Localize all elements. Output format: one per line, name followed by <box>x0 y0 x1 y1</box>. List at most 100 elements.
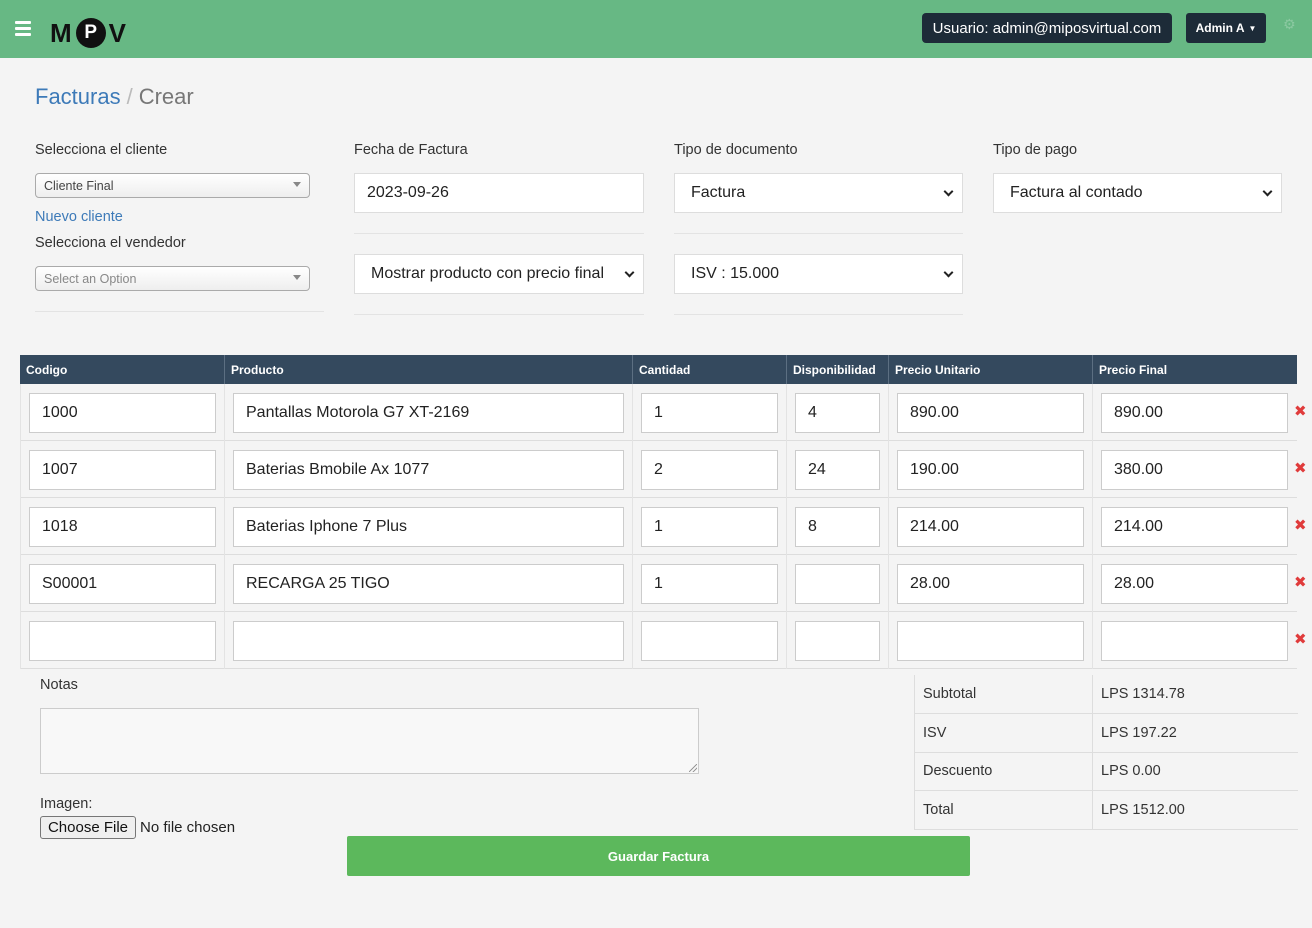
producto-input[interactable]: Baterias Iphone 7 Plus <box>233 507 624 547</box>
breadcrumb-separator: / <box>126 84 133 109</box>
table-row: 1000 Pantallas Motorola G7 XT-2169 1 4 8… <box>20 384 1307 441</box>
vendedor-label: Selecciona el vendedor <box>35 235 186 251</box>
divider <box>354 233 644 234</box>
totals-row-descuento: Descuento LPS 0.00 <box>914 752 1298 791</box>
totals-row-subtotal: Subtotal LPS 1314.78 <box>914 675 1298 714</box>
totals-row-total: Total LPS 1512.00 <box>914 791 1298 830</box>
admin-menu-button[interactable]: Admin A ▼ <box>1186 13 1266 43</box>
codigo-input[interactable]: 1000 <box>29 393 216 433</box>
gear-icon[interactable]: ⚙ <box>1283 17 1297 31</box>
resize-handle-icon[interactable] <box>689 764 697 772</box>
choose-file-button[interactable]: Choose File <box>40 816 136 839</box>
items-table-header: Codigo Producto Cantidad Disponibilidad … <box>20 355 1297 384</box>
chevron-down-icon <box>624 267 635 278</box>
tipo-documento-label: Tipo de documento <box>674 142 798 158</box>
disponibilidad-input[interactable]: 24 <box>795 450 880 490</box>
tipo-documento-value: Factura <box>691 184 746 201</box>
chevron-down-icon <box>943 186 954 197</box>
codigo-input[interactable]: 1007 <box>29 450 216 490</box>
logo-letter-v: V <box>108 17 128 48</box>
table-row: ✖ <box>20 612 1307 669</box>
vendedor-select[interactable]: Select an Option <box>35 266 310 291</box>
precio-unitario-input[interactable]: 890.00 <box>897 393 1084 433</box>
top-navbar: M P V Usuario: admin@miposvirtual.com Ad… <box>0 0 1312 58</box>
cantidad-input[interactable]: 1 <box>641 393 778 433</box>
breadcrumb-current: Crear <box>138 84 194 109</box>
precio-unitario-input[interactable]: 28.00 <box>897 564 1084 604</box>
cantidad-input[interactable]: 1 <box>641 564 778 604</box>
imagen-label: Imagen: <box>40 796 93 812</box>
tipo-documento-select[interactable]: Factura <box>674 173 963 213</box>
notas-textarea[interactable] <box>40 708 699 774</box>
table-row: S00001 RECARGA 25 TIGO 1 28.00 28.00 ✖ <box>20 555 1307 612</box>
codigo-input[interactable]: S00001 <box>29 564 216 604</box>
producto-input[interactable]: Baterias Bmobile Ax 1077 <box>233 450 624 490</box>
producto-input[interactable]: Pantallas Motorola G7 XT-2169 <box>233 393 624 433</box>
producto-input[interactable]: RECARGA 25 TIGO <box>233 564 624 604</box>
delete-row-icon[interactable]: ✖ <box>1294 404 1307 419</box>
fecha-input[interactable]: 2023-09-26 <box>354 173 644 213</box>
user-badge: Usuario: admin@miposvirtual.com <box>922 13 1172 43</box>
mostrar-precio-select[interactable]: Mostrar producto con precio final <box>354 254 644 294</box>
precio-final-input[interactable]: 380.00 <box>1101 450 1288 490</box>
disponibilidad-input[interactable] <box>795 621 880 661</box>
isv-total-value: LPS 197.22 <box>1101 725 1177 741</box>
guardar-factura-button[interactable]: Guardar Factura <box>347 836 970 876</box>
file-status-text: No file chosen <box>140 819 236 836</box>
precio-final-input[interactable] <box>1101 621 1288 661</box>
column-header-producto: Producto <box>224 355 632 384</box>
caret-down-icon: ▼ <box>1248 23 1257 33</box>
delete-row-icon[interactable]: ✖ <box>1294 575 1307 590</box>
codigo-input[interactable] <box>29 621 216 661</box>
producto-input[interactable] <box>233 621 624 661</box>
admin-menu-label: Admin A <box>1195 21 1245 35</box>
tipo-pago-select[interactable]: Factura al contado <box>993 173 1282 213</box>
delete-row-icon[interactable]: ✖ <box>1294 518 1307 533</box>
cliente-select[interactable]: Cliente Final <box>35 173 310 198</box>
hamburger-icon[interactable] <box>15 21 31 39</box>
column-header-codigo: Codigo <box>26 362 68 377</box>
vendedor-select-placeholder: Select an Option <box>44 271 137 286</box>
cantidad-input[interactable]: 2 <box>641 450 778 490</box>
delete-row-icon[interactable]: ✖ <box>1294 461 1307 476</box>
precio-final-input[interactable]: 890.00 <box>1101 393 1288 433</box>
isv-value: ISV : 15.000 <box>691 265 780 282</box>
divider <box>35 311 324 312</box>
cliente-label: Selecciona el cliente <box>35 142 168 158</box>
tipo-pago-value: Factura al contado <box>1010 184 1143 201</box>
breadcrumb-facturas-link[interactable]: Facturas <box>35 84 121 109</box>
disponibilidad-input[interactable]: 8 <box>795 507 880 547</box>
disponibilidad-input[interactable]: 4 <box>795 393 880 433</box>
disponibilidad-input[interactable] <box>795 564 880 604</box>
chevron-down-icon <box>943 267 954 278</box>
chevron-down-icon <box>293 182 301 187</box>
descuento-value: LPS 0.00 <box>1101 763 1161 779</box>
divider <box>674 233 963 234</box>
nuevo-cliente-link[interactable]: Nuevo cliente <box>35 209 123 225</box>
precio-final-input[interactable]: 214.00 <box>1101 507 1288 547</box>
cantidad-input[interactable]: 1 <box>641 507 778 547</box>
delete-row-icon[interactable]: ✖ <box>1294 632 1307 647</box>
cantidad-input[interactable] <box>641 621 778 661</box>
chevron-down-icon <box>1262 186 1273 197</box>
column-header-precio-unitario: Precio Unitario <box>888 355 1092 384</box>
totals-row-isv: ISV LPS 197.22 <box>914 714 1298 753</box>
cliente-select-value: Cliente Final <box>44 178 114 193</box>
column-header-cantidad: Cantidad <box>632 355 786 384</box>
table-row: 1018 Baterias Iphone 7 Plus 1 8 214.00 2… <box>20 498 1307 555</box>
column-header-disponibilidad: Disponibilidad <box>786 355 888 384</box>
column-header-precio-final: Precio Final <box>1092 355 1297 384</box>
breadcrumb: Facturas / Crear <box>35 84 194 110</box>
isv-select[interactable]: ISV : 15.000 <box>674 254 963 294</box>
descuento-label: Descuento <box>923 763 993 779</box>
logo-letter-m: M <box>50 17 73 48</box>
precio-unitario-input[interactable]: 190.00 <box>897 450 1084 490</box>
precio-final-input[interactable]: 28.00 <box>1101 564 1288 604</box>
precio-unitario-input[interactable]: 214.00 <box>897 507 1084 547</box>
codigo-input[interactable]: 1018 <box>29 507 216 547</box>
logo-letter-p: P <box>75 18 106 48</box>
total-value: LPS 1512.00 <box>1101 802 1185 818</box>
app-logo[interactable]: M P V <box>50 18 127 48</box>
precio-unitario-input[interactable] <box>897 621 1084 661</box>
notas-label: Notas <box>40 677 78 693</box>
